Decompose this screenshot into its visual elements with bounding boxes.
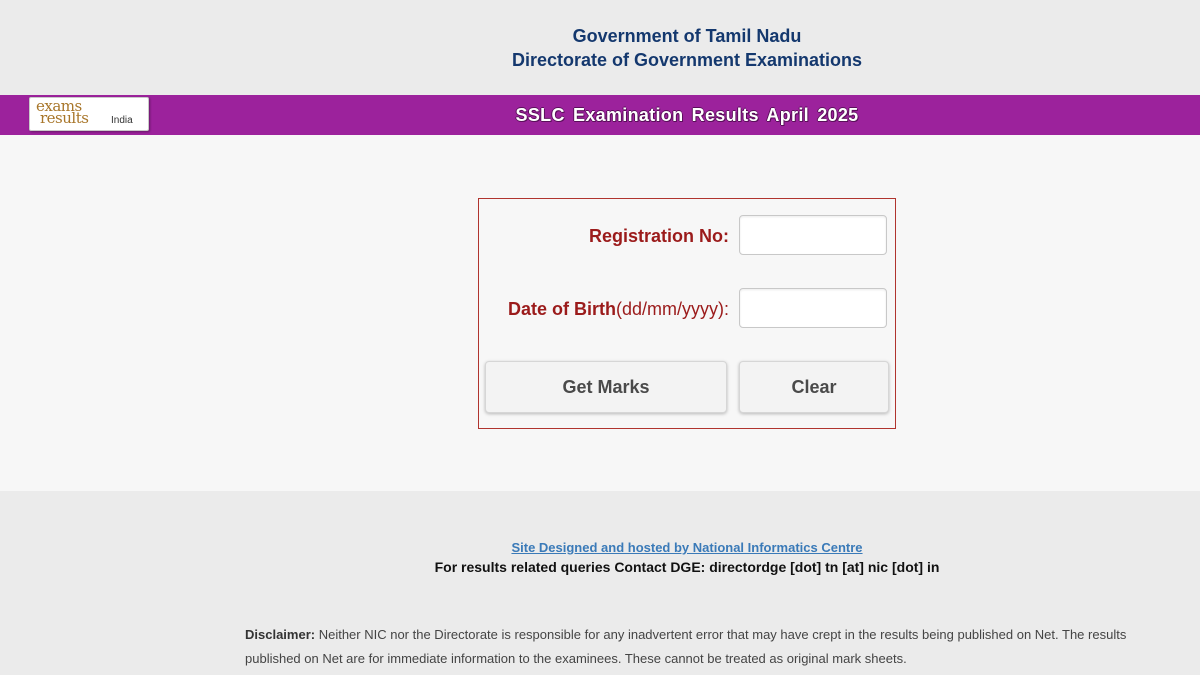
page-header: Government of Tamil Nadu Directorate of … [0, 0, 1200, 95]
date-of-birth-input[interactable] [739, 288, 887, 328]
exam-results-title: SSLC Examination Results April 2025 [515, 105, 859, 125]
dob-label-format: (dd/mm/yyyy): [615, 299, 729, 319]
page-footer: Site Designed and hosted by National Inf… [0, 491, 1200, 675]
results-form: Registration No: Date of Birth(dd/mm/yyy… [478, 198, 896, 429]
main-content: Registration No: Date of Birth(dd/mm/yyy… [0, 135, 1200, 491]
disclaimer-label: Disclaimer: [245, 627, 316, 642]
get-marks-button[interactable]: Get Marks [485, 361, 727, 413]
disclaimer: Disclaimer: Neither NIC nor the Director… [245, 623, 1135, 671]
title-banner: exams results India SSLC Examination Res… [0, 95, 1200, 135]
contact-info: For results related queries Contact DGE:… [434, 559, 940, 575]
dob-label-main: Date of Birth [507, 299, 616, 319]
disclaimer-text: Neither NIC nor the Directorate is respo… [245, 627, 1127, 666]
clear-button[interactable]: Clear [739, 361, 889, 413]
registration-label: Registration No: [588, 226, 729, 246]
directorate-title: Directorate of Government Examinations [511, 50, 863, 70]
nic-credit-link[interactable]: Site Designed and hosted by National Inf… [0, 540, 1200, 555]
dob-label: Date of Birth(dd/mm/yyyy): [508, 299, 729, 320]
government-title: Government of Tamil Nadu [572, 26, 802, 46]
registration-number-input[interactable] [739, 215, 887, 255]
